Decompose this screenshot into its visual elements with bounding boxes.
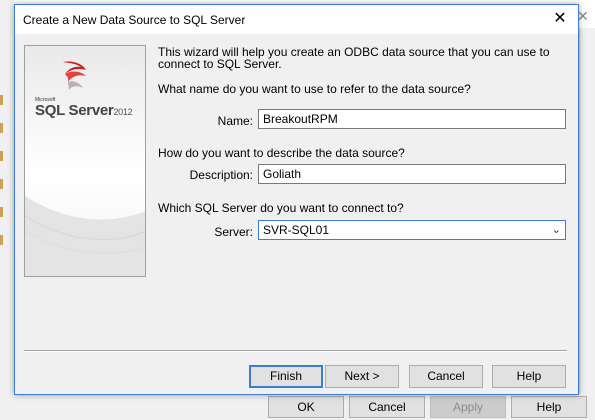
server-combobox-value: SVR-SQL01 [263, 223, 330, 237]
help-button[interactable]: Help [492, 365, 566, 388]
parent-window-edge-right [579, 28, 595, 420]
chevron-down-icon[interactable]: ⌄ [552, 221, 561, 239]
parent-help-button[interactable]: Help [511, 396, 587, 418]
close-icon[interactable]: ✕ [550, 9, 570, 29]
wizard-intro-text: This wizard will help you create an ODBC… [158, 45, 550, 71]
finish-button[interactable]: Finish [249, 365, 323, 388]
name-input[interactable] [258, 109, 566, 129]
dialog-title: Create a New Data Source to SQL Server [23, 13, 246, 27]
create-data-source-dialog: Create a New Data Source to SQL Server ✕… [14, 4, 579, 395]
parent-apply-button: Apply [430, 396, 506, 418]
name-label: Name: [217, 114, 253, 128]
description-label: Description: [189, 168, 253, 182]
parent-cancel-button[interactable]: Cancel [349, 396, 425, 418]
sql-server-banner: Microsoft SQL Server2012 [24, 45, 146, 277]
logo-year: 2012 [113, 107, 133, 117]
logo-wordmark: SQL Server2012 [35, 102, 133, 119]
sql-server-logo-icon [63, 61, 86, 90]
next-button[interactable]: Next > [325, 365, 399, 388]
server-question: Which SQL Server do you want to connect … [158, 201, 404, 215]
dialog-titlebar: Create a New Data Source to SQL Server ✕ [15, 5, 578, 34]
parent-window-marks [0, 95, 5, 265]
logo-product-name: SQL Server [35, 102, 114, 119]
description-input[interactable] [258, 164, 566, 184]
server-label: Server: [214, 225, 253, 239]
parent-ok-button[interactable]: OK [268, 396, 344, 418]
button-separator [24, 350, 567, 352]
server-combobox[interactable]: SVR-SQL01 ⌄ [258, 220, 566, 240]
name-question: What name do you want to use to refer to… [158, 82, 471, 96]
cancel-button[interactable]: Cancel [409, 365, 483, 388]
description-question: How do you want to describe the data sou… [158, 146, 405, 160]
